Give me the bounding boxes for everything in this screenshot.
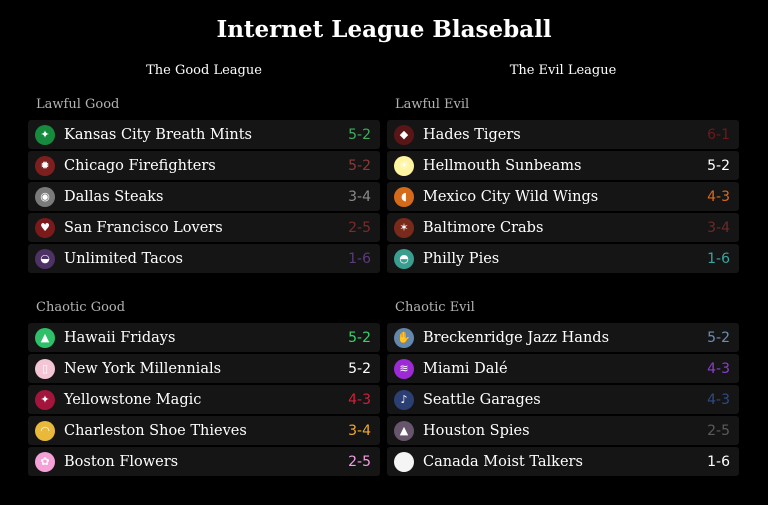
team-record: 1-6 <box>707 453 730 470</box>
team-row[interactable]: ☀ Hellmouth Sunbeams 5-2 <box>387 151 739 180</box>
division-title: Chaotic Evil <box>395 300 475 315</box>
division-title: Lawful Good <box>36 97 120 112</box>
team-record: 5-2 <box>348 157 371 174</box>
breath-mint-icon: ✦ <box>35 124 55 145</box>
sparkle-icon: ✦ <box>35 389 55 410</box>
team-name: San Francisco Lovers <box>64 219 223 236</box>
team-name: Seattle Garages <box>423 391 541 408</box>
team-name: Hellmouth Sunbeams <box>423 157 582 174</box>
team-row[interactable]: ♪ Seattle Garages 4-3 <box>387 385 739 414</box>
team-name: Hades Tigers <box>423 126 521 143</box>
team-row[interactable]: ♥ San Francisco Lovers 2-5 <box>28 213 380 242</box>
team-record: 3-4 <box>348 422 371 439</box>
jazz-hands-icon: ✋ <box>394 327 414 348</box>
shoe-icon: ◠ <box>35 420 55 441</box>
team-record: 5-2 <box>348 360 371 377</box>
team-name: Mexico City Wild Wings <box>423 188 599 205</box>
spy-icon: ▲ <box>394 420 414 441</box>
team-record: 1-6 <box>348 250 371 267</box>
sun-icon: ☀ <box>394 155 414 176</box>
team-name: Dallas Steaks <box>64 188 164 205</box>
team-row[interactable]: ▯ New York Millennials 5-2 <box>28 354 380 383</box>
team-name: Yellowstone Magic <box>64 391 202 408</box>
team-row[interactable]: ◉ Dallas Steaks 3-4 <box>28 182 380 211</box>
team-record: 2-5 <box>348 219 371 236</box>
team-name: Boston Flowers <box>64 453 179 470</box>
team-name: Breckenridge Jazz Hands <box>423 329 610 346</box>
team-record: 3-4 <box>707 219 730 236</box>
team-name: Kansas City Breath Mints <box>64 126 252 143</box>
team-record: 4-3 <box>707 188 730 205</box>
division: Lawful Evil ◆ Hades Tigers 6-1 ☀ Hellmouth S… <box>387 94 739 273</box>
team-name: Philly Pies <box>423 250 500 267</box>
team-row[interactable]: ▲ Houston Spies 2-5 <box>387 416 739 445</box>
team-row[interactable]: ◠ Charleston Shoe Thieves 3-4 <box>28 416 380 445</box>
team-record: 4-3 <box>707 391 730 408</box>
team-record: 6-1 <box>707 126 730 143</box>
division: Chaotic Good ▲ Hawaii Fridays 5-2 ▯ New York… <box>28 297 380 476</box>
team-record: 4-3 <box>348 391 371 408</box>
team-record: 4-3 <box>707 360 730 377</box>
team-name: Miami Dalé <box>423 360 508 377</box>
page-title: Internet League Blaseball <box>216 16 552 43</box>
waves-icon: ≋ <box>394 358 414 379</box>
team-record: 5-2 <box>707 157 730 174</box>
guitar-icon: ♪ <box>394 389 414 410</box>
team-name: Houston Spies <box>423 422 530 439</box>
league-good: The Good League Lawful Good ✦ Kansas City… <box>28 60 380 478</box>
team-record: 5-2 <box>348 329 371 346</box>
team-row[interactable]: ◆ Hades Tigers 6-1 <box>387 120 739 149</box>
team-name: New York Millennials <box>64 360 222 377</box>
division: Chaotic Evil ✋ Breckenridge Jazz Hands 5-2… <box>387 297 739 476</box>
chicken-wing-icon: ◖ <box>394 186 414 207</box>
team-record: 1-6 <box>707 250 730 267</box>
team-record: 3-4 <box>348 188 371 205</box>
team-name: Chicago Firefighters <box>64 157 216 174</box>
upload-arrow-icon: ▲ <box>35 327 55 348</box>
phone-icon: ▯ <box>35 358 55 379</box>
blank-icon <box>394 451 414 472</box>
team-row[interactable]: Canada Moist Talkers 1-6 <box>387 447 739 476</box>
team-record: 2-5 <box>707 422 730 439</box>
league-title: The Evil League <box>509 63 617 78</box>
team-name: Unlimited Tacos <box>64 250 184 267</box>
team-row[interactable]: ◓ Philly Pies 1-6 <box>387 244 739 273</box>
crab-icon: ✶ <box>394 217 414 238</box>
team-name: Canada Moist Talkers <box>423 453 583 470</box>
team-row[interactable]: ▲ Hawaii Fridays 5-2 <box>28 323 380 352</box>
steak-icon: ◉ <box>35 186 55 207</box>
team-record: 2-5 <box>348 453 371 470</box>
team-row[interactable]: ✹ Chicago Firefighters 5-2 <box>28 151 380 180</box>
team-row[interactable]: ◒ Unlimited Tacos 1-6 <box>28 244 380 273</box>
team-row[interactable]: ✦ Kansas City Breath Mints 5-2 <box>28 120 380 149</box>
fire-icon: ✹ <box>35 155 55 176</box>
team-row[interactable]: ≋ Miami Dalé 4-3 <box>387 354 739 383</box>
team-record: 5-2 <box>707 329 730 346</box>
team-row[interactable]: ✋ Breckenridge Jazz Hands 5-2 <box>387 323 739 352</box>
league-title: The Good League <box>146 63 262 78</box>
division: Lawful Good ✦ Kansas City Breath Mints 5-2… <box>28 94 380 273</box>
tiger-icon: ◆ <box>394 124 414 145</box>
team-name: Hawaii Fridays <box>64 329 176 346</box>
team-row[interactable]: ✦ Yellowstone Magic 4-3 <box>28 385 380 414</box>
kiss-icon: ♥ <box>35 217 55 238</box>
division-title: Lawful Evil <box>395 97 470 112</box>
pie-icon: ◓ <box>394 248 414 269</box>
league-evil: The Evil League Lawful Evil ◆ Hades Tiger… <box>387 60 739 478</box>
team-row[interactable]: ◖ Mexico City Wild Wings 4-3 <box>387 182 739 211</box>
taco-icon: ◒ <box>35 248 55 269</box>
team-name: Baltimore Crabs <box>423 219 544 236</box>
flower-icon: ✿ <box>35 451 55 472</box>
team-name: Charleston Shoe Thieves <box>64 422 247 439</box>
team-row[interactable]: ✶ Baltimore Crabs 3-4 <box>387 213 739 242</box>
division-title: Chaotic Good <box>36 300 126 315</box>
team-row[interactable]: ✿ Boston Flowers 2-5 <box>28 447 380 476</box>
team-record: 5-2 <box>348 126 371 143</box>
